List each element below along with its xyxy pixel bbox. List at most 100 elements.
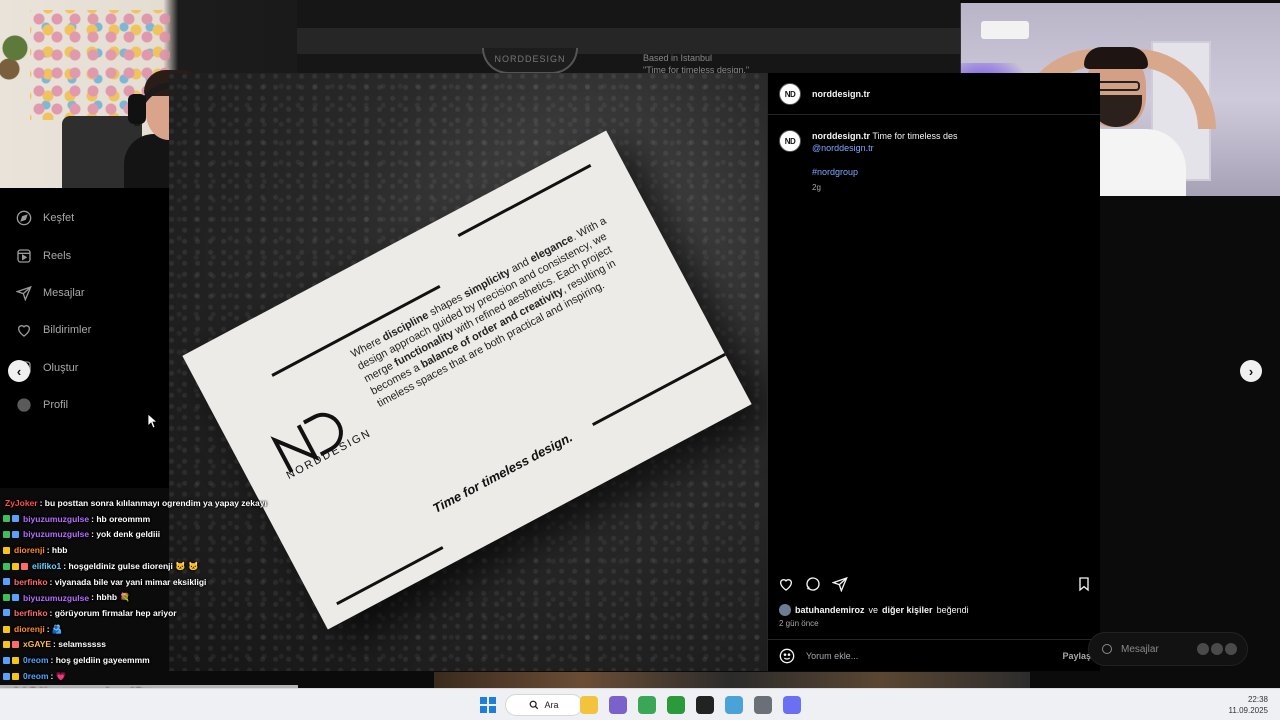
messages-avatars [1197,643,1237,655]
card-line [592,352,726,427]
screen: NORDDESIGN Based in Istanbul "Time for t… [0,0,1280,720]
taskbar-search-label: Ara [544,700,559,710]
chat-username[interactable]: ZyJoker [5,498,38,508]
taskbar-search[interactable]: Ara [505,694,583,716]
chat-badge-icon [3,609,10,617]
sidebar-item-kesfet[interactable]: Keşfet [16,207,74,229]
compass-icon [16,210,32,226]
next-post-button[interactable]: › [1240,360,1262,382]
chat-username[interactable]: 0reom [23,655,49,665]
chat-text: : 🫂 [46,623,63,634]
chat-message: xGAYE: selamsssss [3,639,106,649]
emoji-icon[interactable] [779,648,795,664]
chat-text: : hbb [46,545,68,556]
sidebar-item-reels[interactable]: Reels [16,245,71,267]
chrome-icon[interactable] [638,696,656,714]
chat-badge-icon [12,515,19,523]
post-comment-button[interactable]: Paylaş [1062,651,1091,661]
chat-badge-icon [3,640,10,648]
sidebar-item-label: Mesajlar [43,287,85,299]
chat-text: : 💗 [50,670,67,681]
chat-username[interactable]: biyuzumuzgulse [23,593,89,603]
chat-message: biyuzumuzgulse: hbhb 💐 [3,592,130,603]
heart-icon [16,322,32,338]
sidebar-item-label: Keşfet [43,212,75,224]
likes-conjunction: ve [868,605,879,615]
comment-button[interactable] [805,576,823,594]
chat-badge-icon [12,530,19,538]
chat-text: : yok denk geldiii [91,529,161,540]
sidebar-item-label: Profil [43,399,69,411]
chat-username[interactable]: berfinko [14,608,48,618]
xbox-icon[interactable] [667,696,685,714]
sidebar-item-profil[interactable]: Profil [16,394,68,416]
caption-avatar[interactable]: ND [779,130,801,152]
plant [0,20,30,90]
chat-username[interactable]: berfinko [14,577,48,587]
profile-logo-text: NORDDESIGN [494,54,566,64]
post-username[interactable]: norddesign.tr [812,89,870,99]
chat-text: : bu posttan sonra kılılanmayı ogrendim … [39,498,267,508]
post-panel: ND norddesign.tr ND norddesign.tr Time f… [767,73,1101,671]
caption-age: 2g [812,183,821,192]
caption-username[interactable]: norddesign.tr [812,131,870,141]
comment-bar: Yorum ekle... Paylaş [768,639,1101,671]
liker-username[interactable]: batuhandemiroz [795,605,865,615]
chat-text: : hoşgeldiniz gulse diorenji 🐱 🐱 [63,560,199,571]
chat-badge-icon [3,672,10,680]
share-button[interactable] [831,576,850,594]
chat-message: diorenji: hbb [3,545,67,555]
likes-others-link[interactable]: diğer kişiler [882,605,933,615]
chat-badge-icon [12,672,19,680]
chat-username[interactable]: elifiko1 [32,561,61,571]
mouse-cursor-icon [148,414,158,428]
air-conditioner [981,21,1029,39]
likes-summary: batuhandemiroz ve diğer kişiler beğendi [779,604,969,616]
post-age: 2 gün önce [779,619,819,628]
like-button[interactable] [778,576,796,594]
messages-label: Mesajlar [1121,643,1159,655]
chat-username[interactable]: xGAYE [23,639,51,649]
chat-username[interactable]: biyuzumuzgulse [23,514,89,524]
sidebar-item-bildirimler[interactable]: Bildirimler [16,319,91,341]
sidebar-item-label: Reels [43,250,72,262]
windows-start-icon[interactable] [480,697,496,713]
profile-logo: NORDDESIGN [482,48,578,74]
save-button[interactable] [1076,576,1094,594]
discord-icon[interactable] [783,696,801,714]
bookmark-icon [1079,577,1089,592]
chat-username[interactable]: diorenji [14,624,45,634]
taskbar-clock[interactable]: 22:38 11.09.2025 [1229,694,1268,716]
hashtag-link[interactable]: #nordgroup [812,167,858,177]
file-explorer-icon[interactable] [580,696,598,714]
chat-text: : selamsssss [53,639,106,650]
profile-bio-line: Based in Istanbul [643,53,713,63]
settings-icon[interactable] [754,696,772,714]
photos-icon[interactable] [609,696,627,714]
mention-link[interactable]: @norddesign.tr [812,143,874,153]
obs-icon[interactable] [696,696,714,714]
messages-pill[interactable]: Mesajlar [1088,632,1248,666]
clock-time: 22:38 [1247,695,1268,704]
send-icon [831,576,848,593]
chat-badge-icon [3,530,10,538]
likes-suffix: beğendi [936,605,969,615]
chat-badge-icon [3,546,10,554]
sidebar-item-mesajlar[interactable]: Mesajlar [15,282,85,304]
chat-badge-icon [3,578,10,585]
post-avatar[interactable]: ND [779,83,801,105]
caption: norddesign.tr Time for timeless des @nor… [812,130,958,154]
chevron-left-icon: ‹ [16,363,22,379]
chat-message: ZyJoker: bu posttan sonra kılılanmayı og… [3,498,267,508]
post-actions [778,576,1094,596]
caption-text: Time for timeless des [870,131,958,141]
prev-post-button[interactable]: ‹ [8,360,30,382]
chat-message: biyuzumuzgulse: yok denk geldiii [3,529,160,539]
chat-username[interactable]: biyuzumuzgulse [23,529,89,539]
network-icon[interactable] [725,696,743,714]
sidebar-item-label: Oluştur [43,362,79,374]
chat-username[interactable]: 0reom [23,671,49,681]
comment-input[interactable]: Yorum ekle... [806,651,858,661]
background-strip [434,672,1030,688]
chat-username[interactable]: diorenji [14,545,45,555]
